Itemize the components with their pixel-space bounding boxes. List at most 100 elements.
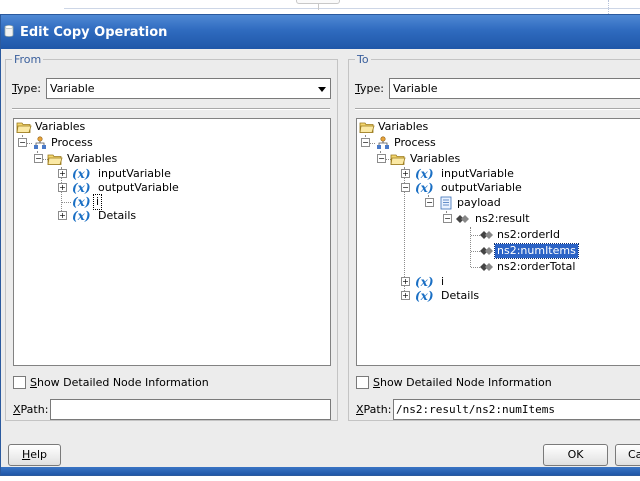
variable-icon: (x) — [72, 209, 91, 223]
from-variable-tree[interactable]: Variables − Process − Variables + (x) in… — [13, 118, 331, 366]
to-separator — [355, 108, 640, 110]
to-show-detail-label: Show Detailed Node Information — [373, 376, 552, 389]
from-xpath-input[interactable] — [50, 399, 331, 420]
collapse-icon[interactable]: − — [425, 198, 434, 207]
dialog-title: Edit Copy Operation — [20, 25, 168, 40]
tree-node-label: Variables — [410, 152, 461, 165]
tree-node-label: outputVariable — [98, 181, 179, 194]
tree-node-label: ns2:numItems — [494, 243, 579, 259]
tree-node-process[interactable]: − Process — [18, 136, 95, 150]
from-show-detail-row[interactable]: Show Detailed Node Information — [13, 375, 313, 391]
dialog-content: From Type: Variable Variables − Process … — [1, 49, 640, 467]
background-canvas — [0, 0, 640, 14]
tree-node-variables[interactable]: − Variables — [34, 152, 119, 166]
background-guide — [608, 0, 609, 14]
from-xpath-row: XPath: — [13, 399, 333, 421]
to-type-label: Type: — [355, 82, 384, 95]
tree-node-label: Process — [394, 136, 436, 149]
tree-node-ns2-result[interactable]: − ns2:result — [443, 212, 532, 226]
collapse-icon[interactable]: − — [361, 138, 370, 147]
tree-node-i[interactable]: + (x) i — [401, 275, 446, 289]
tree-node-inputvariable[interactable]: + (x) inputVariable — [58, 167, 173, 181]
from-show-detail-label: Show Detailed Node Information — [30, 376, 209, 389]
folder-open-icon — [390, 154, 406, 165]
tree-node-label: i — [92, 194, 103, 210]
tree-node-outputvariable[interactable]: + (x) outputVariable — [58, 181, 181, 195]
tree-node-ns2-numitems[interactable]: ns2:numItems — [467, 243, 579, 259]
tree-node-label: ns2:orderTotal — [497, 260, 576, 273]
tree-node-details[interactable]: + (x) Details — [401, 289, 481, 303]
tree-node-label: Details — [98, 209, 137, 222]
tree-node-label: payload — [457, 196, 501, 209]
tree-node-label: Process — [51, 136, 93, 149]
expand-icon[interactable]: + — [401, 169, 410, 178]
tree-node-inputvariable[interactable]: + (x) inputVariable — [401, 167, 516, 181]
tree-node-variables-root[interactable]: Variables — [16, 120, 87, 134]
tree-connector — [370, 143, 375, 144]
collapse-icon[interactable]: − — [401, 183, 410, 192]
tree-node-label: ns2:result — [475, 212, 530, 225]
collapse-icon[interactable]: − — [443, 214, 452, 223]
tree-node-outputvariable[interactable]: − (x) outputVariable — [401, 181, 524, 195]
element-icon — [480, 247, 493, 255]
tree-node-label: Variables — [67, 152, 118, 165]
tree-node-process[interactable]: − Process — [361, 136, 438, 150]
to-type-value: Variable — [393, 82, 438, 95]
variable-icon: (x) — [415, 181, 434, 195]
title-bar[interactable]: Edit Copy Operation — [1, 15, 640, 49]
tree-node-label: Variables — [35, 120, 86, 133]
from-type-value: Variable — [50, 82, 95, 95]
to-type-select[interactable]: Variable — [389, 78, 640, 99]
variable-icon: (x) — [415, 289, 434, 303]
collapse-icon[interactable]: − — [18, 138, 27, 147]
tree-node-variables-root[interactable]: Variables — [359, 120, 430, 134]
variable-icon: (x) — [72, 181, 91, 195]
to-show-detail-checkbox[interactable] — [356, 376, 369, 389]
tree-node-ns2-ordertotal[interactable]: ns2:orderTotal — [467, 260, 577, 274]
to-variable-tree[interactable]: Variables − Process − Variables + (x) in… — [356, 118, 640, 366]
variable-icon: (x) — [72, 195, 91, 209]
from-separator — [12, 108, 330, 110]
tree-node-label: Details — [441, 289, 480, 302]
expand-icon[interactable]: + — [58, 211, 67, 220]
from-xpath-label: XPath: — [13, 403, 49, 416]
background-diagram-node — [296, 0, 340, 10]
tree-node-label: inputVariable — [98, 167, 171, 180]
to-xpath-input[interactable]: /ns2:result/ns2:numItems — [393, 399, 640, 420]
help-button[interactable]: Help — [8, 444, 61, 466]
tree-node-variables[interactable]: − Variables — [377, 152, 462, 166]
tree-node-payload[interactable]: − payload — [425, 196, 503, 210]
variable-icon: (x) — [415, 167, 434, 181]
tree-node-label: ns2:orderId — [497, 228, 560, 241]
collapse-icon[interactable]: − — [377, 154, 386, 163]
to-show-detail-row[interactable]: Show Detailed Node Information — [356, 375, 640, 391]
tree-node-details[interactable]: + (x) Details — [58, 209, 138, 223]
cancel-button[interactable]: Ca — [615, 444, 640, 466]
document-icon — [440, 196, 452, 210]
element-icon — [456, 215, 469, 223]
from-type-label: Type: — [12, 82, 41, 95]
expand-icon[interactable]: + — [58, 183, 67, 192]
folder-open-icon — [359, 122, 375, 133]
tree-node-i[interactable]: (x) i — [58, 194, 103, 210]
to-group-title: To — [355, 53, 371, 66]
expand-icon[interactable]: + — [401, 291, 410, 300]
variable-icon: (x) — [415, 275, 434, 289]
tree-node-ns2-orderid[interactable]: ns2:orderId — [467, 228, 562, 242]
variable-icon: (x) — [72, 167, 91, 181]
app-icon — [4, 25, 14, 37]
window-bottom-border — [1, 467, 640, 475]
from-show-detail-checkbox[interactable] — [13, 376, 26, 389]
element-icon — [480, 263, 493, 271]
expand-icon[interactable]: + — [401, 277, 410, 286]
from-group: From Type: Variable Variables − Process … — [5, 53, 338, 421]
folder-open-icon — [47, 154, 63, 165]
to-type-row: Type: Variable — [355, 78, 640, 100]
expand-icon[interactable]: + — [58, 169, 67, 178]
from-type-row: Type: Variable — [12, 78, 334, 100]
from-type-select[interactable]: Variable — [46, 78, 331, 99]
tree-node-label: outputVariable — [441, 181, 522, 194]
collapse-icon[interactable]: − — [34, 154, 43, 163]
folder-open-icon — [16, 122, 32, 133]
ok-button[interactable]: OK — [543, 444, 608, 466]
